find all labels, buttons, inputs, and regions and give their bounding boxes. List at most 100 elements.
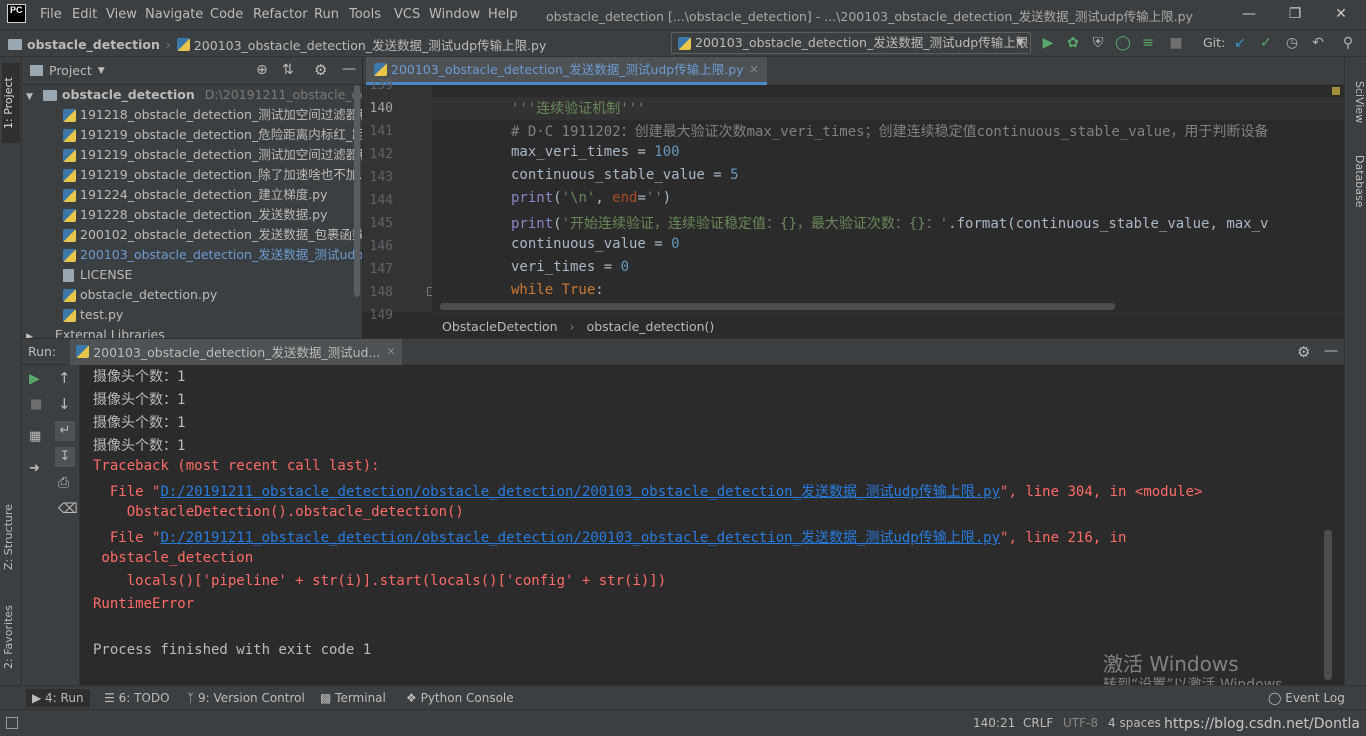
restore-layout-icon[interactable]: ▦ <box>29 429 41 444</box>
close-tab-icon[interactable]: ✕ <box>386 345 395 358</box>
project-scrollbar[interactable] <box>354 85 360 297</box>
code-editor[interactable]: '''连续验证机制''' # D·C 1911202：创建最大验证次数max_v… <box>432 85 1344 312</box>
tab-event-log[interactable]: ◯ Event Log <box>1262 689 1351 707</box>
menu-navigate[interactable]: Navigate <box>145 6 203 24</box>
caret-position[interactable]: 140:21 <box>973 716 1015 730</box>
gear-icon[interactable]: ⚙ <box>1297 343 1310 361</box>
tree-file[interactable]: 191219_obstacle_detection_除了加速啥也不加.py <box>22 165 362 185</box>
coverage-icon[interactable]: ⛨ <box>1088 33 1108 53</box>
debug-icon[interactable]: ✿ <box>1063 33 1083 53</box>
tree-file[interactable]: 191224_obstacle_detection_建立梯度.py <box>22 185 362 205</box>
console-scrollbar[interactable] <box>1324 530 1332 680</box>
menu-run[interactable]: Run <box>314 6 339 24</box>
tree-file[interactable]: test.py <box>22 305 362 325</box>
inspection-warning-icon[interactable] <box>1332 87 1340 95</box>
tab-python-console[interactable]: ❖ Python Console <box>400 689 520 707</box>
code-string: '' <box>645 190 663 206</box>
indent-setting[interactable]: 4 spaces <box>1108 716 1161 730</box>
history-icon[interactable]: ◷ <box>1282 33 1302 53</box>
breadcrumb-file[interactable]: 200103_obstacle_detection_发送数据_测试udp传输上限… <box>194 35 547 54</box>
menu-window[interactable]: Window <box>429 6 480 24</box>
tree-file[interactable]: 191228_obstacle_detection_发送数据.py <box>22 205 362 225</box>
tree-file[interactable]: obstacle_detection.py <box>22 285 362 305</box>
vcs-update-icon[interactable]: ↙ <box>1230 33 1250 53</box>
python-file-icon <box>374 63 387 76</box>
run-icon[interactable]: ▶ <box>1038 33 1058 53</box>
run-panel-header: Run: 200103_obstacle_detection_发送数据_测试ud… <box>22 338 1344 365</box>
tree-root[interactable]: ▼ obstacle_detection D:\20191211_obstacl… <box>22 85 362 105</box>
editor-horizontal-scrollbar[interactable] <box>440 303 1115 310</box>
menu-edit[interactable]: Edit <box>72 6 97 24</box>
menu-vcs[interactable]: VCS <box>394 6 420 24</box>
branch-icon: ᛉ <box>187 691 199 705</box>
breadcrumb-class[interactable]: ObstacleDetection <box>442 319 558 334</box>
scroll-to-end-icon[interactable]: ↧ <box>55 447 75 467</box>
vcs-commit-icon[interactable]: ✓ <box>1256 33 1276 53</box>
python-file-icon <box>63 209 76 222</box>
project-panel-title[interactable]: Project <box>49 63 92 78</box>
tree-file-selected[interactable]: 200103_obstacle_detection_发送数据_测试udp传输 <box>22 245 362 265</box>
menu-code[interactable]: Code <box>210 6 243 24</box>
hide-panel-icon[interactable]: — <box>342 61 356 77</box>
run-configuration-select[interactable]: 200103_obstacle_detection_发送数据_测试udp传输上限… <box>671 32 1031 54</box>
menu-refactor[interactable]: Refactor <box>253 6 308 24</box>
python-file-icon <box>63 229 76 242</box>
code-line-140: '''连续验证机制''' <box>511 101 646 117</box>
tab-favorites[interactable]: 2: Favorites <box>2 597 20 677</box>
tab-terminal[interactable]: ▩ Terminal <box>314 689 392 707</box>
locate-icon[interactable]: ⊕ <box>256 62 268 78</box>
tree-external-libraries[interactable]: ▶ External Libraries <box>22 325 362 338</box>
console-output[interactable]: 摄像头个数：1 摄像头个数：1 摄像头个数：1 摄像头个数：1 Tracebac… <box>81 365 1344 685</box>
menu-tools[interactable]: Tools <box>349 6 381 24</box>
close-icon[interactable]: ✕ <box>1330 4 1352 24</box>
profile-icon[interactable]: ◯ <box>1113 33 1133 53</box>
minimize-icon[interactable]: — <box>1238 4 1260 24</box>
chevron-down-icon[interactable]: ▼ <box>98 66 105 76</box>
stop-icon[interactable]: ■ <box>1166 33 1186 53</box>
pin-icon[interactable]: ➜ <box>29 461 40 476</box>
menu-view[interactable]: View <box>106 6 137 24</box>
stop-icon[interactable]: ■ <box>30 397 42 412</box>
search-icon[interactable]: ⚲ <box>1338 33 1358 53</box>
close-tab-icon[interactable]: ✕ <box>750 56 759 84</box>
tab-run[interactable]: ▶ 4: Run <box>26 689 90 707</box>
rerun-icon[interactable]: ▶ <box>29 371 40 387</box>
restore-icon[interactable]: ❐ <box>1284 4 1306 24</box>
breadcrumb-method[interactable]: obstacle_detection() <box>587 319 715 334</box>
toggle-tool-windows-icon[interactable] <box>6 717 18 729</box>
hide-panel-icon[interactable]: — <box>1324 343 1338 359</box>
console-file-link[interactable]: D:/20191211_obstacle_detection/obstacle_… <box>160 484 1000 500</box>
breadcrumb-project[interactable]: obstacle_detection <box>27 37 160 52</box>
code-text: : <box>595 282 604 298</box>
tree-file[interactable]: 191218_obstacle_detection_测试加空间过滤器和jit加 <box>22 105 362 125</box>
up-arrow-icon[interactable]: ↑ <box>58 369 71 387</box>
menu-file[interactable]: File <box>40 6 62 24</box>
project-panel-header: Project ▼ ⊕ ⇅ ⚙ — <box>22 57 362 85</box>
rollback-icon[interactable]: ↶ <box>1308 33 1328 53</box>
print-icon[interactable]: ⎙ <box>58 475 69 491</box>
tab-version-control[interactable]: ᛉ 9: Version Control <box>181 689 311 707</box>
tab-structure[interactable]: Z: Structure <box>2 497 20 577</box>
trash-icon[interactable]: ⌫ <box>58 501 78 517</box>
tree-file[interactable]: LICENSE <box>22 265 362 285</box>
tree-file[interactable]: 200102_obstacle_detection_发送数据_包裹函数.py <box>22 225 362 245</box>
menu-help[interactable]: Help <box>488 6 518 24</box>
tab-sciview[interactable]: SciView <box>1348 81 1366 141</box>
tree-file[interactable]: 191219_obstacle_detection_测试加空间过滤器和jit加 <box>22 145 362 165</box>
console-file-link[interactable]: D:/20191211_obstacle_detection/obstacle_… <box>160 530 1000 546</box>
editor-tab-active[interactable]: 200103_obstacle_detection_发送数据_测试udp传输上限… <box>366 57 767 85</box>
collapse-all-icon[interactable]: ⇅ <box>282 62 294 78</box>
tab-project[interactable]: 1: Project <box>2 63 20 143</box>
run-tab-active[interactable]: 200103_obstacle_detection_发送数据_测试ud... ✕ <box>70 338 402 365</box>
concurrency-icon[interactable]: ≡ <box>1138 33 1158 53</box>
line-separator[interactable]: CRLF <box>1023 716 1053 730</box>
tree-file[interactable]: 191219_obstacle_detection_危险距离内标红_距离外 <box>22 125 362 145</box>
gear-icon[interactable]: ⚙ <box>314 61 327 79</box>
tab-database[interactable]: Database <box>1348 155 1366 225</box>
soft-wrap-icon[interactable]: ↵ <box>55 421 75 441</box>
tree-file-label: LICENSE <box>80 267 133 282</box>
tab-todo[interactable]: ☰ 6: TODO <box>98 689 176 707</box>
tree-file-label: 191228_obstacle_detection_发送数据.py <box>80 207 328 222</box>
down-arrow-icon[interactable]: ↓ <box>58 395 71 413</box>
file-encoding[interactable]: UTF-8 <box>1063 716 1098 730</box>
